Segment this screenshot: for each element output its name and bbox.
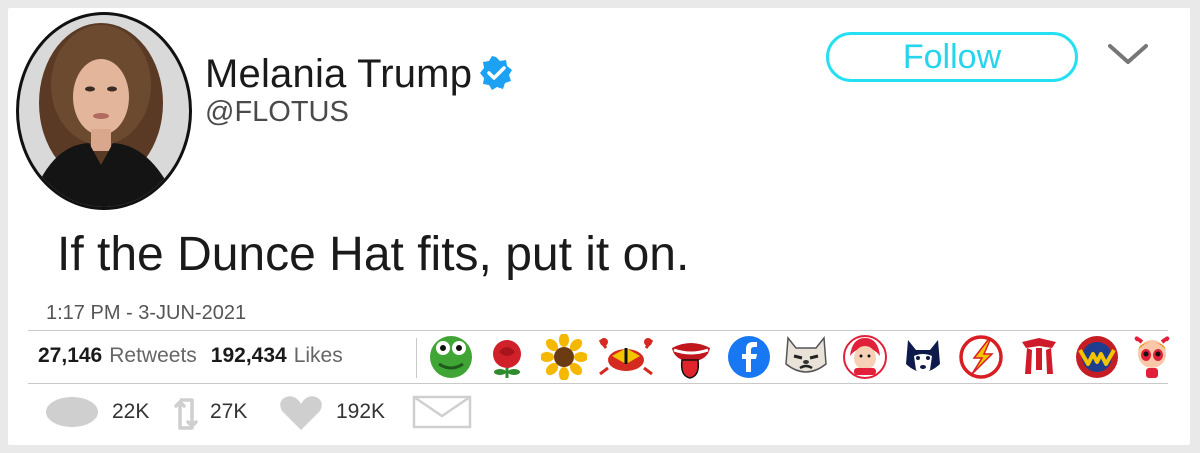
avatar[interactable]: [16, 12, 192, 210]
husky-icon[interactable]: [900, 334, 946, 380]
frog-icon[interactable]: [428, 334, 474, 380]
likes-label[interactable]: Likes: [294, 344, 343, 368]
rolling-stones-tongue-icon[interactable]: [668, 334, 714, 380]
engagement-stats: 27,146 Retweets 192,434 Likes: [38, 344, 357, 368]
likes-count[interactable]: 192,434: [211, 344, 287, 368]
reply-count[interactable]: 22K: [112, 400, 149, 424]
flash-logo-icon[interactable]: [958, 334, 1004, 380]
author-name-row: Melania Trump: [205, 52, 514, 97]
tweet-timestamp[interactable]: 1:17 PM - 3-JUN-2021: [46, 302, 246, 325]
envelope-icon[interactable]: [412, 394, 472, 430]
divider: [28, 330, 1168, 331]
maryland-crab-icon[interactable]: [598, 334, 654, 380]
divider: [28, 383, 1168, 384]
facebook-icon[interactable]: [726, 334, 772, 380]
tweet-text: If the Dunce Hat fits, put it on.: [57, 228, 690, 281]
wonder-woman-logo-icon[interactable]: [1074, 334, 1120, 380]
chevron-down-icon[interactable]: [1104, 40, 1152, 70]
author-handle[interactable]: @FLOTUS: [205, 96, 349, 129]
powerpuff-girl-icon[interactable]: [1132, 334, 1172, 380]
like-heart-icon[interactable]: [278, 394, 324, 432]
reply-icon[interactable]: [44, 394, 100, 430]
wendys-logo-icon[interactable]: [842, 334, 888, 380]
like-count[interactable]: 192K: [336, 400, 385, 424]
spider-logo-icon[interactable]: [1016, 334, 1062, 380]
retweet-icon[interactable]: [172, 394, 200, 434]
retweets-label[interactable]: Retweets: [109, 344, 197, 368]
tweet-actions: 22K 27K 192K: [40, 394, 540, 432]
liker-avatars: [428, 334, 1170, 380]
verified-badge-icon: [478, 55, 514, 96]
retweets-count[interactable]: 27,146: [38, 344, 102, 368]
retweet-count[interactable]: 27K: [210, 400, 247, 424]
grumpy-cat-icon[interactable]: [782, 334, 830, 380]
stats-separator: [416, 338, 417, 378]
follow-button[interactable]: Follow: [826, 32, 1078, 82]
sunflower-icon[interactable]: [541, 334, 587, 380]
rose-icon[interactable]: [484, 334, 530, 380]
author-name[interactable]: Melania Trump: [205, 52, 472, 97]
